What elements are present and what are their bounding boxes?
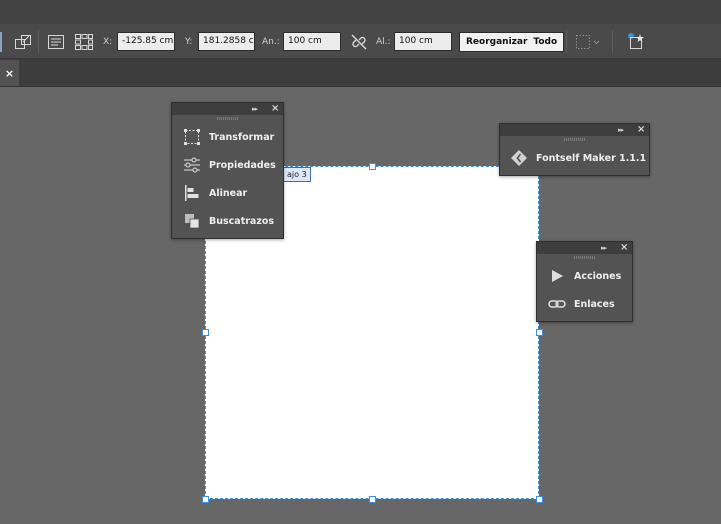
close-panel-icon[interactable]: ×	[637, 124, 645, 136]
panel-item-align[interactable]: Alinear	[172, 179, 283, 207]
width-input[interactable]: 100 cm	[283, 32, 341, 51]
height-input[interactable]: 100 cm	[394, 32, 452, 51]
menu-strip	[0, 0, 721, 24]
panel-item-label: Acciones	[574, 270, 622, 282]
panel-header[interactable]: ▸▸ ×	[537, 242, 632, 254]
panel-item-label: Transformar	[209, 131, 275, 143]
distribute-icon[interactable]	[575, 24, 601, 59]
align-icon	[183, 184, 201, 202]
properties-icon	[183, 156, 201, 174]
collapse-panel-icon[interactable]: ▸▸	[252, 103, 258, 115]
y-label: Y:	[185, 36, 193, 47]
rearrange-all-button[interactable]: Reorganizar Todo	[459, 31, 565, 52]
resize-handle-bottom-left[interactable]	[202, 496, 209, 503]
y-position-input[interactable]: 181.2858 cm	[198, 32, 255, 51]
play-icon	[548, 267, 566, 285]
panel-header[interactable]: ▸▸ ×	[172, 103, 283, 115]
all-label: Todo	[533, 36, 558, 47]
close-tab-button[interactable]: ×	[0, 60, 19, 86]
collapse-panel-icon[interactable]: ▸▸	[618, 124, 624, 136]
panel-item-actions[interactable]: Acciones	[537, 262, 632, 290]
unlink-proportions-icon[interactable]	[350, 24, 368, 59]
resize-handle-top[interactable]	[369, 163, 376, 170]
separator	[566, 30, 567, 53]
panel-item-transform[interactable]: Transformar	[172, 123, 283, 151]
close-panel-icon[interactable]: ×	[271, 103, 279, 115]
plugin-star-icon[interactable]	[627, 24, 647, 59]
panel-item-links[interactable]: Enlaces	[537, 290, 632, 318]
link-icon	[548, 295, 566, 313]
fontself-icon	[510, 149, 528, 167]
panel-item-label: Enlaces	[574, 298, 615, 310]
separator	[38, 30, 39, 53]
x-label: X:	[103, 36, 113, 47]
x-position-input[interactable]: -125.85 cm	[117, 32, 175, 51]
panel-grip[interactable]	[537, 254, 632, 262]
panel-edge	[0, 24, 2, 59]
width-label: An.:	[262, 36, 280, 47]
resize-handle-bottom[interactable]	[369, 496, 376, 503]
close-panel-icon[interactable]: ×	[620, 242, 628, 254]
collapse-panel-icon[interactable]: ▸▸	[601, 242, 607, 254]
panel-item-label: Alinear	[209, 187, 248, 199]
artboard-grid-icon[interactable]	[74, 24, 94, 59]
actions-panel-group: ▸▸ × Acciones Enlaces	[536, 241, 633, 322]
separator	[612, 30, 613, 53]
artboard-options-icon[interactable]	[47, 24, 65, 59]
rearrange-label: Reorganizar	[466, 36, 528, 47]
panel-item-label: Fontself Maker 1.1.1	[536, 152, 647, 164]
transform-icon	[183, 128, 201, 146]
tools-panel-group: ▸▸ × Transformar Propiedades Alinear Bus…	[171, 102, 284, 239]
transform-shape-icon[interactable]	[14, 24, 32, 59]
panel-item-fontself-maker[interactable]: Fontself Maker 1.1.1	[500, 144, 649, 172]
panel-item-pathfinder[interactable]: Buscatrazos	[172, 207, 283, 235]
resize-handle-bottom-right[interactable]	[536, 496, 543, 503]
panel-item-label: Buscatrazos	[209, 215, 275, 227]
height-label: Al.:	[376, 36, 391, 47]
fontself-panel: ▸▸ × Fontself Maker 1.1.1	[499, 123, 650, 176]
panel-grip[interactable]	[500, 136, 649, 144]
panel-header[interactable]: ▸▸ ×	[500, 124, 649, 136]
resize-handle-left[interactable]	[202, 329, 209, 336]
panel-grip[interactable]	[172, 115, 283, 123]
pathfinder-icon	[183, 212, 201, 230]
panel-item-properties[interactable]: Propiedades	[172, 151, 283, 179]
artboard-name-label[interactable]: ajo 3	[283, 167, 311, 182]
document-tab-bar: ×	[0, 59, 721, 87]
panel-item-label: Propiedades	[209, 159, 276, 171]
resize-handle-right[interactable]	[536, 329, 543, 336]
control-bar: X: -125.85 cm Y: 181.2858 cm An.: 100 cm…	[0, 24, 721, 59]
